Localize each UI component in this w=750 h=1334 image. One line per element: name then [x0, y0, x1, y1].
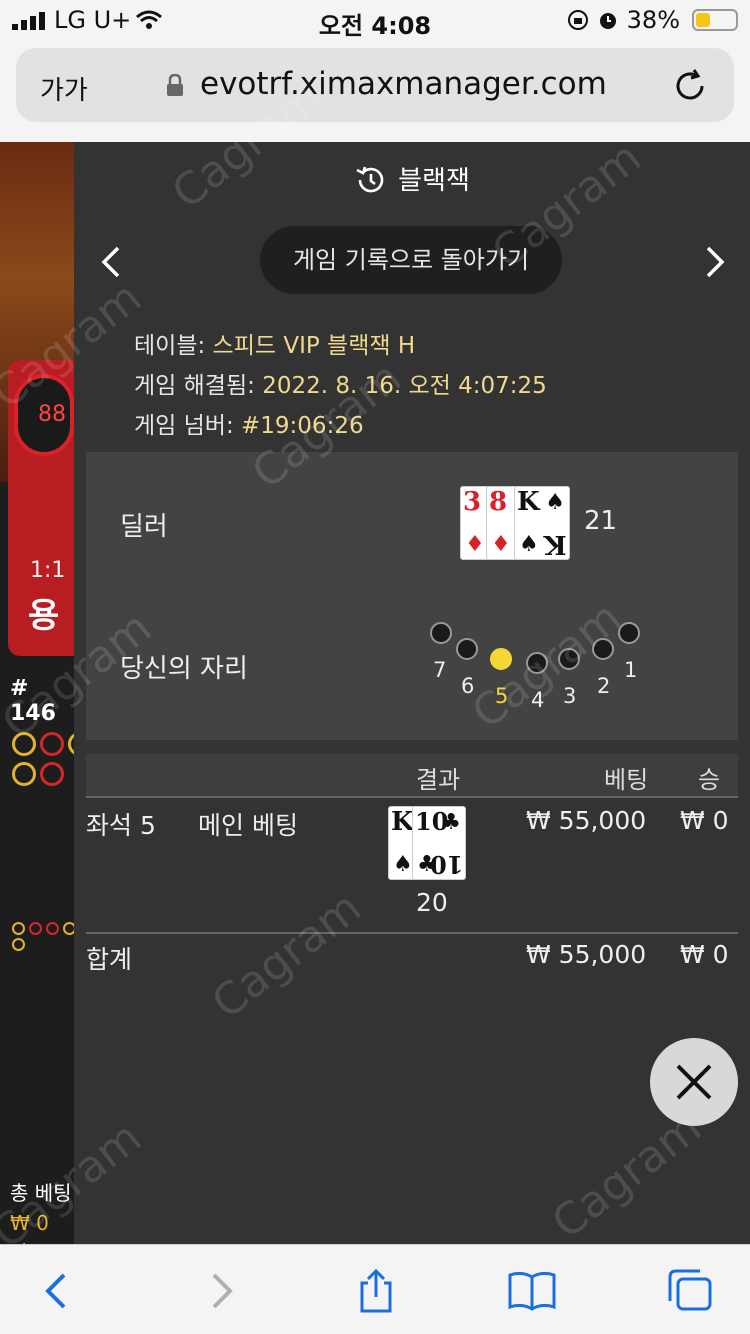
- next-round-button[interactable]: [700, 242, 730, 282]
- bet-column-header: 베팅: [604, 766, 649, 794]
- seat-cell: 좌석 5: [86, 811, 156, 840]
- game-title: 블랙잭: [398, 166, 470, 196]
- total-bet: ₩ 55,000: [526, 940, 647, 969]
- reader-mode-button[interactable]: 가가: [40, 70, 88, 107]
- total-label: 합계: [86, 945, 133, 974]
- dealer-card: K ♠ ♠ K: [514, 486, 570, 560]
- browser-address-area: 가가 evotrf.ximaxmanager.com: [0, 40, 750, 142]
- address-bar[interactable]: 가가 evotrf.ximaxmanager.com: [16, 48, 734, 122]
- roadmap-row: [12, 938, 25, 951]
- game-history-panel: 블랙잭 게임 기록으로 돌아가기 테이블: 스피드 VIP 블랙잭 H 게임 해…: [74, 142, 750, 1244]
- seat-marker: [430, 622, 452, 644]
- close-button[interactable]: [650, 1038, 738, 1126]
- share-icon[interactable]: [352, 1269, 400, 1313]
- lock-icon: [167, 74, 183, 96]
- dealer-label: 딜러: [120, 512, 168, 542]
- url-text[interactable]: evotrf.ximaxmanager.com: [200, 66, 607, 102]
- seat-marker: [456, 638, 478, 660]
- browser-toolbar: [0, 1244, 750, 1334]
- dealer-total: 21: [584, 506, 618, 536]
- table-value: 스피드 VIP 블랙잭 H: [212, 333, 416, 359]
- battery-icon: [692, 9, 738, 31]
- result-column-header: 결과: [416, 766, 461, 794]
- seat-number: 2: [597, 674, 611, 698]
- win-column-header: 승: [698, 766, 721, 794]
- hand-total: 20: [416, 888, 448, 917]
- seat-number: 7: [433, 658, 447, 682]
- payout-ratio: 1:1: [30, 558, 66, 583]
- seat-number: 1: [624, 658, 638, 682]
- roadmap-row: [12, 922, 74, 935]
- hand-summary: 딜러 3 ♦ 8 ♦ K ♠ ♠ K 21 당신의 자리 7 6 5 4 3 2 1: [86, 452, 738, 740]
- close-icon: [676, 1064, 712, 1100]
- dragon-label: 용: [28, 596, 60, 636]
- rotation-lock-icon: [567, 10, 588, 30]
- bet-cell: ₩ 55,000: [526, 806, 647, 835]
- battery-percent: 38%: [626, 6, 680, 34]
- tabs-icon[interactable]: [666, 1269, 714, 1313]
- game-number-label: 게임 넘버:: [134, 413, 234, 439]
- status-bar: LG U+ 오전 4:08 38%: [0, 0, 750, 40]
- history-icon: [356, 166, 384, 193]
- forward-icon[interactable]: [196, 1269, 244, 1313]
- divider: [86, 932, 738, 934]
- back-icon[interactable]: [34, 1269, 82, 1313]
- table-label: 테이블:: [134, 333, 206, 359]
- player-card: 10 ♣ ♣ 10: [412, 806, 466, 880]
- table-row: 좌석 5 메인 베팅 K ♠ 10 ♣ ♣ 10 20 ₩ 55,000 ₩ 0: [86, 806, 738, 926]
- roadmap-row: [12, 762, 64, 786]
- table-info: 테이블: 스피드 VIP 블랙잭 H: [134, 326, 415, 360]
- win-cell: ₩ 0: [680, 806, 729, 835]
- resolved-label: 게임 해결됨:: [134, 373, 255, 399]
- bet-type-cell: 메인 베팅: [198, 811, 298, 840]
- bookmarks-icon[interactable]: [508, 1269, 556, 1313]
- reload-icon[interactable]: [672, 68, 708, 104]
- seat-number: 3: [563, 684, 577, 708]
- alarm-icon: [599, 13, 616, 29]
- total-win: ₩ 0: [680, 940, 729, 969]
- results-table-header: 결과 베팅 승: [86, 754, 738, 798]
